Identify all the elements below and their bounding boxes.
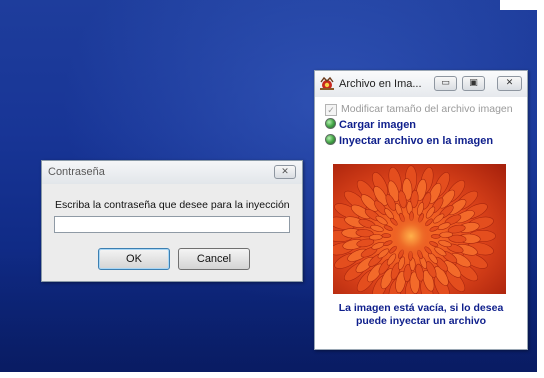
screen-edge-bottom: [0, 372, 544, 378]
inject-file-option[interactable]: Inyectar archivo en la imagen: [325, 134, 493, 147]
status-line-2: puede inyectar un archivo: [355, 315, 487, 327]
image-window: Archivo en Ima... ▭ ▣ ✕ ✓ Modificar tamañ…: [314, 70, 528, 350]
resize-option-label: Modificar tamaño del archivo imagen: [341, 103, 513, 115]
load-image-option[interactable]: Cargar imagen: [325, 118, 416, 131]
status-message: La imagen está vacía, si lo desea puede …: [315, 302, 527, 328]
password-input[interactable]: [54, 216, 290, 233]
app-icon: [320, 76, 334, 90]
ok-button[interactable]: OK: [98, 248, 170, 270]
load-image-label: Cargar imagen: [339, 119, 417, 131]
maximize-icon: ▣: [469, 78, 478, 88]
resize-option[interactable]: ✓ Modificar tamaño del archivo imagen: [325, 103, 513, 116]
close-button[interactable]: ✕: [497, 76, 522, 91]
radio-icon: [325, 118, 336, 129]
checkbox-icon[interactable]: ✓: [325, 104, 337, 116]
flower-petal: [439, 231, 454, 238]
password-dialog-title: Contraseña: [48, 166, 105, 178]
minimize-button[interactable]: ▭: [434, 76, 457, 91]
screen-edge-top: [500, 0, 544, 10]
screen-edge-right: [537, 0, 544, 378]
status-line-1: La imagen está vacía, si lo desea: [338, 302, 504, 314]
password-dialog-titlebar[interactable]: Contraseña ✕: [42, 161, 302, 184]
flower-image: [333, 164, 506, 294]
minimize-icon: ▭: [441, 78, 450, 88]
image-window-titlebar[interactable]: Archivo en Ima... ▭ ▣ ✕: [315, 71, 527, 97]
close-icon: ✕: [281, 167, 289, 177]
password-dialog: Contraseña ✕ Escriba la contraseña que d…: [41, 160, 303, 282]
flower-petal: [368, 234, 383, 241]
close-button[interactable]: ✕: [274, 165, 296, 179]
password-prompt-label: Escriba la contraseña que desee para la …: [55, 199, 290, 211]
inject-file-label: Inyectar archivo en la imagen: [339, 135, 494, 147]
maximize-button[interactable]: ▣: [462, 76, 485, 91]
radio-icon: [325, 134, 336, 145]
close-icon: ✕: [505, 78, 514, 88]
cancel-button[interactable]: Cancel: [178, 248, 250, 270]
image-window-title: Archivo en Ima...: [339, 78, 422, 90]
